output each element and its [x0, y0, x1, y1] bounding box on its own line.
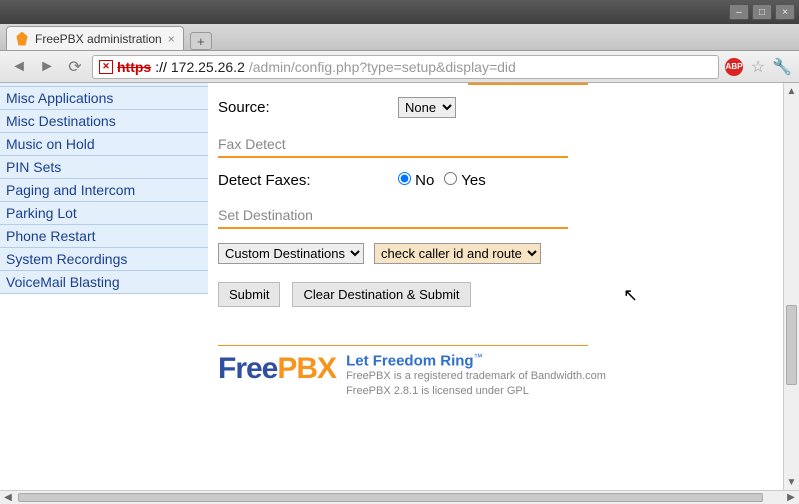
scroll-thumb[interactable]	[18, 493, 763, 502]
sidebar-item-system-recordings[interactable]: System Recordings	[0, 248, 208, 271]
section-rule	[218, 156, 568, 158]
scroll-right-icon[interactable]: ▶	[783, 491, 799, 504]
scroll-down-icon[interactable]: ▼	[784, 474, 799, 490]
sidebar-item-misc-destinations[interactable]: Misc Destinations	[0, 110, 208, 133]
trademark: ™	[474, 352, 483, 362]
destination-row: Custom Destinations check caller id and …	[218, 243, 771, 264]
address-bar[interactable]: ✕ https://172.25.26.2/admin/config.php?t…	[92, 55, 719, 79]
scroll-track[interactable]	[784, 99, 799, 474]
wrench-menu-icon[interactable]: 🔧	[773, 58, 791, 76]
insecure-lock-icon: ✕	[99, 60, 113, 74]
destination-type-select[interactable]: Custom Destinations	[218, 243, 364, 264]
detect-yes-radio[interactable]	[444, 172, 457, 185]
forward-button[interactable]: ►	[36, 56, 58, 78]
horizontal-scrollbar[interactable]: ◀ ▶	[0, 490, 799, 504]
sidebar-item-music-on-hold[interactable]: Music on Hold	[0, 133, 208, 156]
section-rule	[468, 83, 588, 85]
tab-title: FreePBX administration	[35, 32, 162, 46]
reload-button[interactable]: ⟳	[64, 56, 86, 78]
back-button[interactable]: ◄	[8, 56, 30, 78]
button-row: Submit Clear Destination & Submit	[218, 282, 771, 307]
vertical-scrollbar[interactable]: ▲ ▼	[783, 83, 799, 490]
source-row: Source: None	[218, 97, 771, 118]
footer-rule	[218, 345, 588, 346]
clear-submit-button[interactable]: Clear Destination & Submit	[292, 282, 470, 307]
section-rule	[218, 227, 568, 229]
sidebar-item-paging-intercom[interactable]: Paging and Intercom	[0, 179, 208, 202]
fax-section-title: Fax Detect	[218, 136, 771, 152]
sidebar-item-parking-lot[interactable]: Parking Lot	[0, 202, 208, 225]
maximize-button[interactable]: □	[752, 4, 772, 20]
sidebar-item-phone-restart[interactable]: Phone Restart	[0, 225, 208, 248]
url-host: 172.25.26.2	[171, 59, 245, 75]
freepbx-logo: FreePBX	[218, 352, 336, 386]
source-select[interactable]: None	[398, 97, 456, 118]
close-tab-icon[interactable]: ×	[168, 32, 175, 46]
sidebar: Misc Applications Misc Destinations Musi…	[0, 83, 208, 294]
footer-text: Let Freedom Ring™ FreePBX is a registere…	[346, 352, 606, 398]
window-titlebar: – □ ×	[0, 0, 799, 24]
url-path: /admin/config.php?type=setup&display=did	[249, 59, 516, 75]
bookmark-star-icon[interactable]: ☆	[749, 58, 767, 76]
browser-toolbar: ◄ ► ⟳ ✕ https://172.25.26.2/admin/config…	[0, 51, 799, 83]
new-tab-button[interactable]: +	[190, 32, 212, 50]
footer-line1: FreePBX is a registered trademark of Ban…	[346, 369, 606, 383]
detect-no-radio[interactable]	[398, 172, 411, 185]
tab-strip: FreePBX administration × +	[0, 24, 799, 51]
adblock-icon[interactable]: ABP	[725, 58, 743, 76]
submit-button[interactable]: Submit	[218, 282, 280, 307]
slogan: Let Freedom Ring	[346, 352, 474, 369]
footer: FreePBX Let Freedom Ring™ FreePBX is a r…	[218, 352, 771, 398]
destination-target-select[interactable]: check caller id and route	[374, 243, 541, 264]
url-scheme: https	[117, 59, 151, 75]
scroll-left-icon[interactable]: ◀	[0, 491, 16, 504]
footer-line2: FreePBX 2.8.1 is licensed under GPL	[346, 384, 606, 398]
browser-tab[interactable]: FreePBX administration ×	[6, 26, 184, 50]
detect-faxes-label: Detect Faxes:	[218, 172, 398, 189]
scroll-up-icon[interactable]: ▲	[784, 83, 799, 99]
sidebar-item-misc-applications[interactable]: Misc Applications	[0, 87, 208, 110]
detect-no-option[interactable]: No	[398, 172, 434, 189]
sidebar-item-pin-sets[interactable]: PIN Sets	[0, 156, 208, 179]
scroll-thumb[interactable]	[786, 305, 797, 385]
detect-row: Detect Faxes: No Yes	[218, 172, 771, 189]
minimize-button[interactable]: –	[729, 4, 749, 20]
favicon-icon	[15, 32, 29, 46]
page-viewport: Misc Applications Misc Destinations Musi…	[0, 83, 799, 490]
scroll-track[interactable]	[16, 491, 783, 504]
destination-section-title: Set Destination	[218, 207, 771, 223]
main-content: Source: None Fax Detect Detect Faxes: No…	[208, 83, 781, 490]
close-window-button[interactable]: ×	[775, 4, 795, 20]
source-label: Source:	[218, 99, 398, 116]
detect-yes-option[interactable]: Yes	[444, 172, 485, 189]
sidebar-item-voicemail-blasting[interactable]: VoiceMail Blasting	[0, 271, 208, 294]
